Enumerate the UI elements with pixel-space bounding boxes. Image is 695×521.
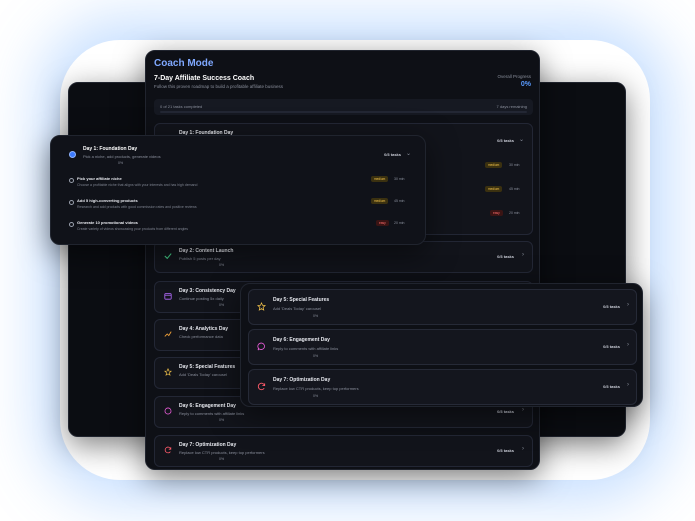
task-desc: Research and add products with good comm…	[77, 205, 197, 209]
chevron-down-icon[interactable]: ⌄	[519, 136, 524, 143]
task-title: Add 5 high-converting products	[77, 198, 138, 203]
difficulty-badge: easy	[490, 210, 503, 216]
day-title: Day 6: Engagement Day	[273, 337, 330, 343]
task-time: 45 min	[509, 187, 520, 191]
task-title: Pick your affiliate niche	[77, 176, 122, 181]
task-time: 30 min	[394, 177, 405, 181]
day-card-7[interactable]: Day 7: Optimization Day Replace low CTR …	[154, 435, 533, 467]
trend-icon	[164, 331, 172, 337]
task-checkbox[interactable]	[69, 222, 74, 227]
task-item[interactable]: Generate 10 promotional videos Create va…	[69, 220, 414, 240]
day-desc: Publish 5 posts per day	[179, 256, 221, 261]
day-title: Day 2: Content Launch	[179, 248, 234, 254]
star-icon	[257, 302, 266, 311]
chevron-right-icon[interactable]: ›	[627, 342, 629, 348]
day-percent: 0%	[219, 418, 225, 422]
day-card-6[interactable]: Day 6: Engagement Day Reply to comments …	[248, 329, 637, 365]
day-desc: Continue posting 5x daily	[179, 296, 224, 301]
day-percent: 0%	[219, 303, 225, 307]
day-tasks: 0/3 tasks	[603, 384, 620, 389]
refresh-icon	[164, 446, 172, 454]
day-title: Day 7: Optimization Day	[273, 377, 331, 383]
day-title: Day 5: Special Features	[179, 364, 236, 370]
day-title: Day 7: Optimization Day	[179, 442, 237, 448]
day-desc: Check performance data	[179, 334, 223, 339]
day-1-expanded-card[interactable]: Day 1: Foundation Day Pick a niche, add …	[50, 135, 426, 245]
tasks-progress-bar: 0 of 21 tasks completed 7 days remaining	[154, 99, 533, 115]
day-percent: 0%	[219, 263, 225, 267]
day-tasks: 0/3 tasks	[497, 138, 514, 143]
task-time: 30 min	[509, 163, 520, 167]
day-desc: Pick a niche, add products, generate vid…	[83, 154, 161, 159]
day-desc: Reply to comments with affiliate links	[273, 346, 339, 351]
mode-title: Coach Mode	[154, 58, 214, 69]
day-title: Day 6: Engagement Day	[179, 403, 236, 409]
chat-icon	[257, 342, 265, 351]
chevron-right-icon[interactable]: ›	[522, 446, 524, 452]
difficulty-badge: medium	[371, 198, 389, 204]
chevron-right-icon[interactable]: ›	[522, 407, 524, 413]
day-title: Day 4: Analytics Day	[179, 326, 229, 332]
day-tasks: 0/3 tasks	[497, 254, 514, 259]
task-item[interactable]: Pick your affiliate niche Choose a profi…	[69, 176, 414, 196]
task-time: 20 min	[394, 221, 405, 225]
check-icon	[164, 253, 172, 260]
chevron-right-icon[interactable]: ›	[522, 252, 524, 258]
chevron-right-icon[interactable]: ›	[627, 382, 629, 388]
day-card-7[interactable]: Day 7: Optimization Day Replace low CTR …	[248, 369, 637, 405]
chat-icon	[164, 407, 172, 415]
difficulty-badge: medium	[485, 162, 503, 168]
day-title: Day 1: Foundation Day	[83, 146, 138, 152]
coach-main-panel: Coach Mode 7-Day Affiliate Success Coach…	[145, 50, 540, 470]
task-time: 45 min	[394, 199, 405, 203]
day-title: Day 3: Consistency Day	[179, 288, 236, 294]
day-percent: 0%	[313, 354, 319, 358]
difficulty-badge: medium	[371, 176, 389, 182]
chevron-down-icon[interactable]: ⌄	[406, 150, 411, 157]
day-desc: Replace low CTR products, keep top perfo…	[273, 386, 359, 391]
day-tasks: 0/3 tasks	[497, 448, 514, 453]
day-title: Day 5: Special Features	[273, 297, 330, 303]
days-remaining-text: 7 days remaining	[496, 104, 527, 109]
tasks-completed-text: 0 of 21 tasks completed	[160, 104, 203, 109]
day-percent: 0%	[313, 394, 319, 398]
calendar-icon	[164, 293, 172, 300]
day-tasks: 0/3 tasks	[384, 152, 401, 157]
page-subtitle: Follow this proven roadmap to build a pr…	[154, 84, 283, 89]
task-desc: Create variety of videos showcasing your…	[77, 227, 189, 231]
task-checkbox[interactable]	[69, 200, 74, 205]
day-desc: Add 'Deals Today' carousel	[273, 306, 321, 311]
task-desc: Choose a profitable niche that aligns wi…	[77, 183, 198, 187]
day-card-5[interactable]: Day 5: Special Features Add 'Deals Today…	[248, 289, 637, 325]
day-desc: Replace low CTR products, keep top perfo…	[179, 450, 265, 455]
day-desc: Add 'Deals Today' carousel	[179, 372, 227, 377]
progress-track	[160, 111, 527, 113]
check-circle-icon[interactable]	[69, 151, 76, 158]
overall-progress-label: Overall Progress	[497, 74, 531, 79]
overall-progress-value: 0%	[520, 81, 531, 88]
day-desc: Reply to comments with affiliate links	[179, 411, 245, 416]
task-item[interactable]: Add 5 high-converting products Research …	[69, 198, 414, 218]
task-title: Generate 10 promotional videos	[77, 220, 138, 225]
day-percent: 0%	[219, 457, 225, 461]
difficulty-badge: easy	[376, 220, 389, 226]
day-percent: 0%	[118, 161, 124, 165]
day-tasks: 0/3 tasks	[603, 304, 620, 309]
star-icon	[164, 368, 172, 376]
days-5-7-panel: Day 5: Special Features Add 'Deals Today…	[240, 283, 643, 407]
day-tasks: 0/3 tasks	[603, 344, 620, 349]
page-title: 7-Day Affiliate Success Coach	[154, 75, 255, 82]
difficulty-badge: medium	[485, 186, 503, 192]
chevron-right-icon[interactable]: ›	[627, 302, 629, 308]
refresh-icon	[257, 382, 266, 391]
day-card-2[interactable]: Day 2: Content Launch Publish 5 posts pe…	[154, 241, 533, 273]
task-checkbox[interactable]	[69, 178, 74, 183]
day-tasks: 0/3 tasks	[497, 409, 514, 414]
day-percent: 0%	[313, 314, 319, 318]
task-time: 20 min	[509, 211, 520, 215]
